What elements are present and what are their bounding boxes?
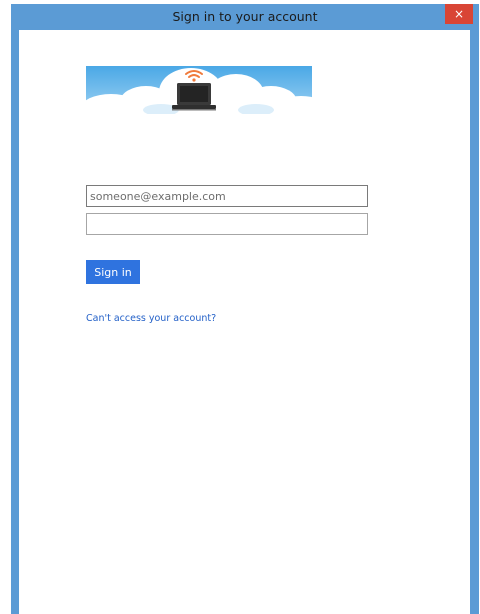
sign-in-button[interactable]: Sign in xyxy=(86,260,140,284)
signin-window: Sign in to your account × someone@exampl… xyxy=(11,4,479,614)
window-title: Sign in to your account xyxy=(172,9,318,24)
dialog-content: Sign in Can't access your account? xyxy=(19,30,470,614)
email-field[interactable] xyxy=(86,185,368,207)
close-button[interactable]: × xyxy=(445,4,473,24)
cant-access-account-link[interactable]: Can't access your account? xyxy=(86,313,216,324)
close-icon: × xyxy=(453,7,465,21)
password-field[interactable] xyxy=(86,213,368,235)
title-bar[interactable]: Sign in to your account × xyxy=(11,4,479,30)
laptop-wifi-cloud-icon xyxy=(86,66,312,114)
